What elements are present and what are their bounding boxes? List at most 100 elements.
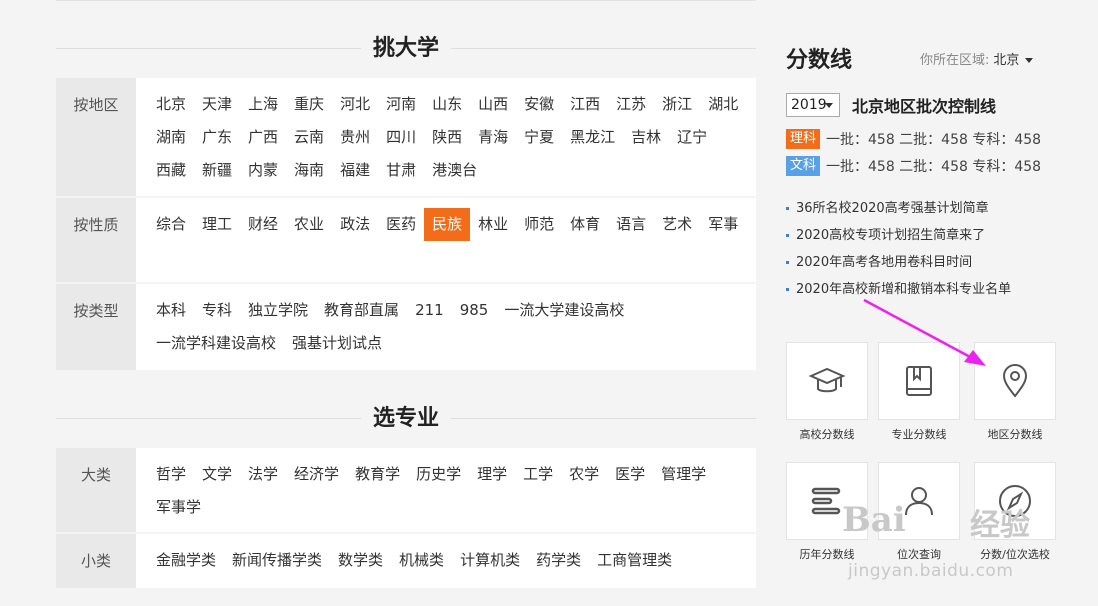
tool-box bbox=[786, 342, 868, 420]
filter-option[interactable]: 金融学类 bbox=[148, 544, 224, 577]
filter-option[interactable]: 吉林 bbox=[623, 121, 669, 154]
filter-option[interactable]: 黑龙江 bbox=[562, 121, 623, 154]
filter-label: 大类 bbox=[56, 448, 136, 532]
filter-option[interactable]: 军事学 bbox=[148, 491, 209, 524]
colleges-filter-row: 按性质 综合 理工 财经 农业 政法 医药 民族 林业 师范 体育 语言 艺术 军事 bbox=[56, 198, 756, 284]
list-lines-icon bbox=[811, 487, 841, 515]
watermark-url: jingyan.baidu.com bbox=[848, 561, 1014, 581]
filter-option[interactable]: 山西 bbox=[470, 88, 516, 121]
score-title: 分数线 bbox=[786, 48, 853, 73]
filter-option[interactable]: 师范 bbox=[516, 208, 562, 241]
filter-option[interactable]: 青海 bbox=[470, 121, 516, 154]
filter-option[interactable]: 贵州 bbox=[332, 121, 378, 154]
news-item[interactable]: 2020高校专项计划招生简章来了 bbox=[786, 222, 1056, 249]
filter-option[interactable]: 医学 bbox=[607, 458, 653, 491]
filter-option[interactable]: 体育 bbox=[562, 208, 608, 241]
colleges-section-header: 挑大学 bbox=[56, 0, 756, 78]
year-select[interactable]: 2019 bbox=[786, 93, 840, 117]
filter-option[interactable]: 西藏 bbox=[148, 154, 194, 187]
filter-option[interactable]: 河南 bbox=[378, 88, 424, 121]
filter-option[interactable]: 新疆 bbox=[194, 154, 240, 187]
filter-option[interactable]: 陕西 bbox=[424, 121, 470, 154]
major-filter-table: 大类 哲学 文学 法学 经济学 教育学 历史学 理学 工学 农学 医学 管理学 军事学 小类 金融学类 新闻传… bbox=[56, 448, 756, 588]
filter-option[interactable]: 理学 bbox=[469, 458, 515, 491]
filter-option[interactable]: 经济学 bbox=[286, 458, 347, 491]
filter-option[interactable]: 福建 bbox=[332, 154, 378, 187]
filter-option[interactable]: 江西 bbox=[562, 88, 608, 121]
filter-option[interactable]: 辽宁 bbox=[669, 121, 715, 154]
filter-option[interactable]: 港澳台 bbox=[424, 154, 485, 187]
filter-option[interactable]: 独立学院 bbox=[240, 294, 316, 327]
filter-option[interactable]: 天津 bbox=[194, 88, 240, 121]
filter-option[interactable]: 教育部直属 bbox=[316, 294, 407, 327]
filter-option[interactable]: 文学 bbox=[194, 458, 240, 491]
filter-option[interactable]: 农学 bbox=[561, 458, 607, 491]
filter-option[interactable]: 医药 bbox=[378, 208, 424, 241]
news-item[interactable]: 2020年高考各地用卷科目时间 bbox=[786, 249, 1056, 276]
filter-option[interactable]: 数学类 bbox=[330, 544, 391, 577]
filter-option[interactable]: 财经 bbox=[240, 208, 286, 241]
filter-option[interactable]: 海南 bbox=[286, 154, 332, 187]
chevron-down-icon bbox=[1025, 58, 1034, 63]
filter-option[interactable]: 历史学 bbox=[408, 458, 469, 491]
filter-option[interactable]: 政法 bbox=[332, 208, 378, 241]
filter-option[interactable]: 内蒙 bbox=[240, 154, 286, 187]
filter-option[interactable]: 林业 bbox=[470, 208, 516, 241]
filter-option[interactable]: 语言 bbox=[608, 208, 654, 241]
filter-option[interactable]: 计算机类 bbox=[452, 544, 528, 577]
filter-option[interactable]: 工商管理类 bbox=[589, 544, 680, 577]
filter-option[interactable]: 甘肃 bbox=[378, 154, 424, 187]
filter-option[interactable]: 广西 bbox=[240, 121, 286, 154]
filter-option[interactable]: 广东 bbox=[194, 121, 240, 154]
arts-tag: 文科 bbox=[786, 156, 820, 176]
filter-option[interactable]: 211 bbox=[407, 294, 452, 327]
filter-option[interactable]: 新闻传播学类 bbox=[224, 544, 330, 577]
tool-college-score[interactable]: 高校分数线 bbox=[786, 342, 868, 442]
filter-option[interactable]: 湖南 bbox=[148, 121, 194, 154]
filter-option[interactable]: 宁夏 bbox=[516, 121, 562, 154]
colleges-filter-row: 按类型 本科 专科 独立学院 教育部直属 211 985 一流大学建设高校 一流学科建设高校 强基… bbox=[56, 284, 756, 370]
region-label: 你所在区域: bbox=[920, 53, 990, 68]
filter-option[interactable]: 理工 bbox=[194, 208, 240, 241]
filter-option[interactable]: 管理学 bbox=[653, 458, 714, 491]
filter-option[interactable]: 上海 bbox=[240, 88, 286, 121]
filter-option[interactable]: 哲学 bbox=[148, 458, 194, 491]
filter-option[interactable]: 安徽 bbox=[516, 88, 562, 121]
filter-option[interactable]: 河北 bbox=[332, 88, 378, 121]
filter-option[interactable]: 重庆 bbox=[286, 88, 332, 121]
region-selector[interactable]: 你所在区域: 北京 bbox=[920, 49, 1034, 68]
filter-option[interactable]: 法学 bbox=[240, 458, 286, 491]
filter-label: 按性质 bbox=[56, 198, 136, 282]
filter-option[interactable]: 北京 bbox=[148, 88, 194, 121]
tool-label: 历年分数线 bbox=[799, 548, 855, 561]
tool-label: 高校分数线 bbox=[799, 428, 855, 441]
filter-option[interactable]: 云南 bbox=[286, 121, 332, 154]
filter-option[interactable]: 一流大学建设高校 bbox=[496, 294, 632, 327]
score-line-text: 一批：458 二批：458 专科：458 bbox=[826, 132, 1042, 148]
filter-option[interactable]: 农业 bbox=[286, 208, 332, 241]
filter-option[interactable]: 强基计划试点 bbox=[284, 327, 390, 360]
filter-option[interactable]: 艺术 bbox=[654, 208, 700, 241]
filter-option[interactable]: 江苏 bbox=[608, 88, 654, 121]
filter-options: 综合 理工 财经 农业 政法 医药 民族 林业 师范 体育 语言 艺术 军事 bbox=[136, 198, 756, 282]
watermark-brand-cn: 经验 bbox=[970, 508, 1030, 543]
filter-option[interactable]: 专科 bbox=[194, 294, 240, 327]
filter-option[interactable]: 军事 bbox=[700, 208, 746, 241]
filter-option[interactable]: 湖北 bbox=[700, 88, 746, 121]
filter-option[interactable]: 985 bbox=[452, 294, 497, 327]
filter-options: 金融学类 新闻传播学类 数学类 机械类 计算机类 药学类 工商管理类 bbox=[136, 534, 756, 588]
score-line-arts: 文科 一批：458 二批：458 专科：458 bbox=[786, 156, 1041, 176]
filter-option[interactable]: 机械类 bbox=[391, 544, 452, 577]
filter-option[interactable]: 综合 bbox=[148, 208, 194, 241]
filter-option[interactable]: 药学类 bbox=[528, 544, 589, 577]
filter-option[interactable]: 工学 bbox=[515, 458, 561, 491]
region-value: 北京 bbox=[993, 53, 1020, 68]
filter-option[interactable]: 山东 bbox=[424, 88, 470, 121]
filter-option-selected[interactable]: 民族 bbox=[424, 208, 471, 241]
filter-option[interactable]: 四川 bbox=[378, 121, 424, 154]
filter-option[interactable]: 本科 bbox=[148, 294, 194, 327]
filter-option[interactable]: 一流学科建设高校 bbox=[148, 327, 284, 360]
filter-option[interactable]: 浙江 bbox=[654, 88, 700, 121]
filter-option[interactable]: 教育学 bbox=[347, 458, 408, 491]
news-item[interactable]: 36所名校2020高考强基计划简章 bbox=[786, 195, 1056, 222]
